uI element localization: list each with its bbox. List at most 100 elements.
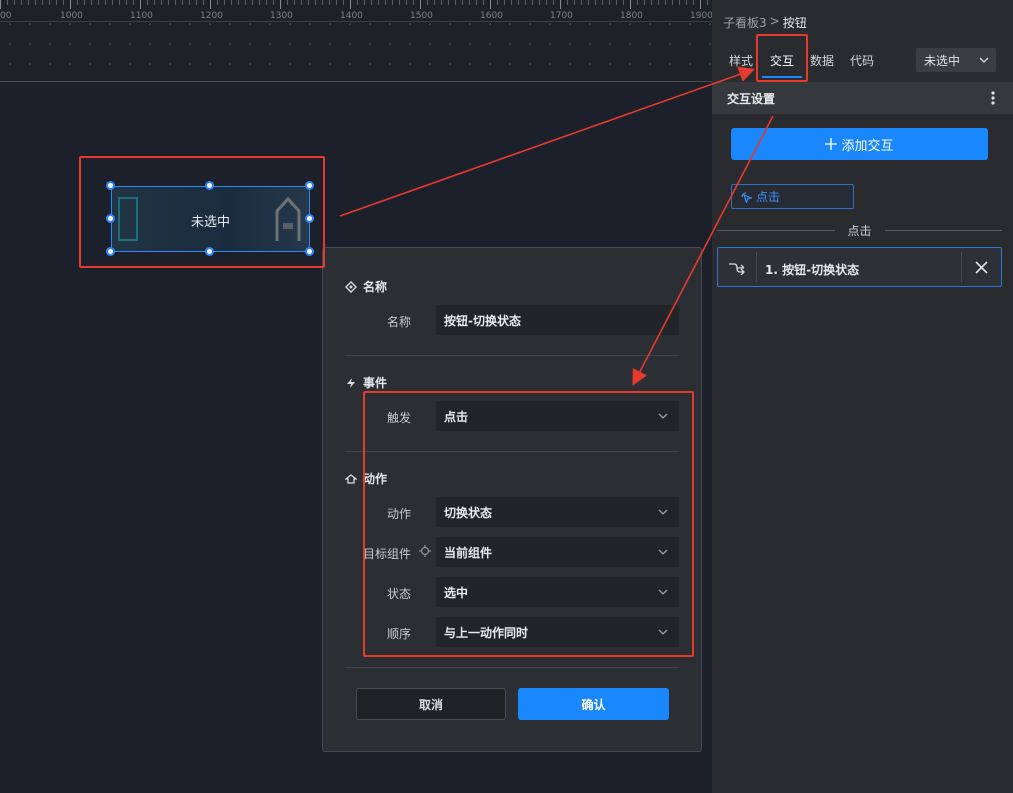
ruler-tick — [378, 0, 379, 5]
name-input[interactable]: 按钮-切换状态 — [436, 305, 679, 335]
breadcrumb-parent[interactable]: 子看板3 — [723, 14, 767, 31]
order-select[interactable]: 与上一动作同时 — [436, 617, 679, 647]
ruler-tick — [560, 0, 561, 9]
state-select[interactable]: 选中 — [436, 577, 679, 607]
action-select[interactable]: 切换状态 — [436, 497, 679, 527]
ruler-tick — [126, 0, 127, 5]
ruler-tick — [259, 0, 260, 5]
ruler-tick — [616, 0, 617, 5]
ruler-tick — [322, 0, 323, 5]
ruler-tick — [273, 0, 274, 5]
chevron-down-icon — [658, 509, 668, 515]
name-section-title: 名称 — [345, 278, 387, 295]
resize-handle-bottom-right[interactable] — [305, 247, 314, 256]
ruler-tick — [637, 0, 638, 5]
resize-handle-top-left[interactable] — [106, 181, 115, 190]
ruler-tick — [147, 0, 148, 5]
cancel-button[interactable]: 取消 — [356, 688, 506, 720]
more-vertical-icon[interactable] — [985, 90, 1001, 106]
active-tab-indicator — [762, 76, 802, 78]
ruler-tick — [245, 0, 246, 5]
ruler-tick — [441, 0, 442, 5]
resize-handle-top-right[interactable] — [305, 181, 314, 190]
ruler-tick — [651, 0, 652, 5]
action-label: 动作 — [386, 507, 411, 521]
resize-handle-bottom-left[interactable] — [106, 247, 115, 256]
ruler-tick — [658, 0, 659, 5]
breadcrumb-current: 按钮 — [782, 16, 807, 30]
section-title: 交互设置 — [727, 92, 776, 106]
resize-handle-top[interactable] — [205, 181, 214, 190]
ruler-label: 1400 — [340, 11, 363, 21]
ruler-tick — [581, 0, 582, 5]
tab-interaction[interactable]: 交互 — [770, 52, 794, 69]
ruler-tick — [182, 0, 183, 5]
state-dropdown[interactable]: 未选中 — [916, 48, 996, 72]
ruler-tick — [700, 0, 701, 9]
trigger-select[interactable]: 点击 — [436, 401, 679, 431]
ruler-tick — [77, 0, 78, 5]
tab-code[interactable]: 代码 — [850, 52, 874, 69]
ruler-tick — [301, 0, 302, 5]
selected-button-widget[interactable]: 未选中 — [111, 186, 310, 252]
action-select-value: 切换状态 — [444, 505, 493, 520]
ruler-tick — [539, 0, 540, 5]
chevron-down-icon — [658, 549, 668, 555]
target-select[interactable]: 当前组件 — [436, 537, 679, 567]
divider — [345, 667, 679, 668]
ruler-tick — [0, 0, 1, 9]
ruler-tick — [14, 0, 15, 5]
widget-right-decoration-icon — [275, 196, 301, 241]
ruler-tick — [168, 0, 169, 5]
ruler-tick — [154, 0, 155, 5]
group-line-right — [885, 230, 1002, 231]
ruler-label: 1500 — [410, 11, 433, 21]
ruler-tick — [49, 0, 50, 5]
action-list-item[interactable]: 1. 按钮-切换状态 — [717, 247, 1002, 287]
ruler-tick — [525, 0, 526, 5]
ruler-tick — [693, 0, 694, 5]
ruler-tick — [329, 0, 330, 5]
action-item-label: 1. 按钮-切换状态 — [765, 263, 860, 277]
state-dropdown-value: 未选中 — [924, 53, 961, 68]
ruler-tick — [595, 0, 596, 5]
name-input-value: 按钮-切换状态 — [444, 313, 521, 328]
ruler-tick — [406, 0, 407, 5]
event-chip-click[interactable]: 点击 — [731, 184, 854, 209]
ruler-label: 1800 — [620, 11, 643, 21]
resize-handle-bottom[interactable] — [205, 247, 214, 256]
ruler-tick — [336, 0, 337, 5]
ruler-tick — [196, 0, 197, 5]
target-label: 目标组件 — [362, 547, 411, 561]
ruler-tick — [294, 0, 295, 5]
add-interaction-button[interactable]: 添加交互 — [731, 128, 988, 160]
ruler-tick — [84, 0, 85, 5]
tab-data[interactable]: 数据 — [810, 52, 834, 69]
crosshair-icon[interactable] — [419, 545, 431, 557]
ruler-tick — [476, 0, 477, 5]
plus-icon — [825, 138, 838, 150]
ruler-label: 1700 — [550, 11, 573, 21]
chevron-down-icon — [979, 57, 989, 63]
resize-handle-left[interactable] — [106, 214, 115, 223]
tab-style[interactable]: 样式 — [729, 52, 753, 69]
ruler-tick — [672, 0, 673, 5]
ruler-tick — [140, 0, 141, 9]
chevron-down-icon — [658, 413, 668, 419]
ruler-tick — [588, 0, 589, 5]
ruler-tick — [70, 0, 71, 9]
ruler-tick — [133, 0, 134, 5]
ruler-tick — [161, 0, 162, 5]
ruler-label: 1300 — [270, 11, 293, 21]
resize-handle-right[interactable] — [305, 214, 314, 223]
ruler-tick — [42, 0, 43, 5]
ruler-tick — [119, 0, 120, 5]
event-section-title: 事件 — [345, 374, 387, 391]
ruler-label: 1100 — [130, 11, 153, 21]
confirm-button[interactable]: 确认 — [518, 688, 669, 720]
ruler-tick — [357, 0, 358, 5]
ruler-tick — [35, 0, 36, 5]
trigger-label: 触发 — [386, 411, 411, 425]
close-icon[interactable] — [975, 261, 988, 274]
ruler-tick — [91, 0, 92, 5]
